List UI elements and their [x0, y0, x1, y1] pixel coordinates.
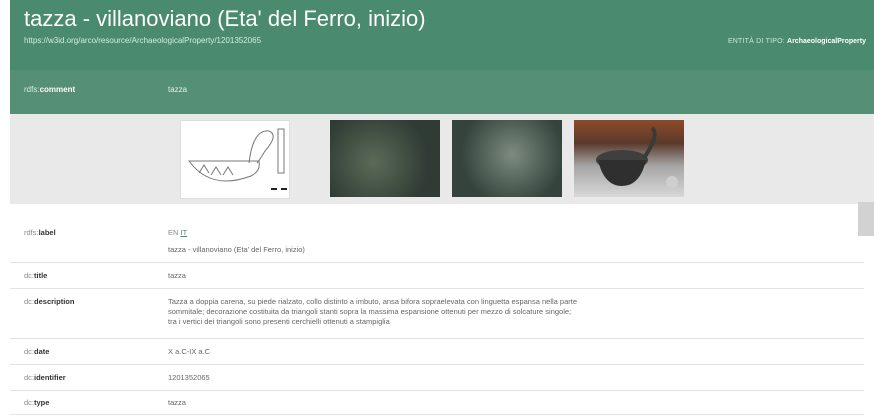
language-toggle: EN IT: [168, 228, 187, 238]
property-key-prefix: dc:: [24, 271, 35, 280]
property-key: dc:title: [24, 271, 47, 280]
property-row-type: dc:type tazza: [10, 390, 864, 415]
lang-en-button[interactable]: EN: [168, 228, 178, 237]
comment-row: rdfs:comment tazza: [10, 70, 874, 114]
lang-it-button[interactable]: IT: [181, 228, 188, 237]
property-key: dc:type: [24, 398, 49, 407]
property-value: 1201352065: [168, 373, 210, 382]
property-key-prefix: dc:: [24, 347, 35, 356]
property-value: X a.C-IX a.C: [168, 347, 211, 356]
property-key-prefix: dc:: [24, 373, 35, 382]
property-key-name: date: [34, 347, 50, 356]
description-line: Tazza a doppia carena, su piede rialzato…: [168, 297, 578, 306]
property-key: dc:identifier: [24, 373, 66, 382]
property-row-description: dc:description Tazza a doppia carena, su…: [10, 288, 864, 339]
property-key-name: type: [34, 398, 50, 407]
photo-image[interactable]: [574, 120, 684, 197]
comment-key-name: comment: [39, 85, 76, 94]
property-key: dc:description: [24, 297, 74, 306]
property-key-name: title: [34, 271, 48, 280]
property-key: rdfs:label: [24, 228, 56, 237]
comment-value: tazza: [168, 85, 188, 94]
comment-key: rdfs:comment: [24, 85, 75, 94]
property-key: dc:date: [24, 347, 49, 356]
property-key-prefix: dc:: [24, 297, 35, 306]
photo-image[interactable]: [330, 120, 440, 197]
image-gallery: [10, 114, 874, 204]
entity-type-prefix: ENTITÀ DI TIPO:: [727, 38, 785, 45]
property-key-name: label: [38, 228, 56, 237]
entity-type-value[interactable]: ArchaeologicalProperty: [787, 38, 866, 45]
property-key-name: identifier: [34, 373, 66, 382]
description-line: sommitale; decorazione costituita da tri…: [168, 307, 572, 316]
property-value: Tazza a doppia carena, su piede rialzato…: [168, 297, 577, 327]
property-value: tazza: [168, 271, 186, 280]
comment-key-prefix: rdfs:: [24, 85, 40, 94]
property-row-identifier: dc:identifier 1201352065: [10, 364, 864, 391]
property-key-name: description: [34, 297, 75, 306]
page-title: tazza - villanoviano (Eta' del Ferro, in…: [24, 6, 426, 31]
description-line: tra i vertici dei triangoli sono present…: [168, 317, 390, 326]
property-value: tazza: [168, 398, 186, 407]
property-row-label: rdfs:label EN IT tazza - villanoviano (E…: [10, 222, 864, 263]
drawing-image[interactable]: [180, 120, 290, 199]
photo-image[interactable]: [452, 120, 562, 197]
page-header: tazza - villanoviano (Eta' del Ferro, in…: [10, 0, 874, 70]
entity-type-label: ENTITÀ DI TIPO: ArchaeologicalProperty: [728, 38, 866, 45]
property-key-prefix: rdfs:: [24, 228, 39, 237]
property-key-prefix: dc:: [24, 398, 35, 407]
resource-uri-link[interactable]: https://w3id.org/arco/resource/Archaeolo…: [24, 36, 261, 45]
property-row-date: dc:date X a.C-IX a.C: [10, 338, 864, 365]
property-row-title: dc:title tazza: [10, 262, 864, 289]
property-value: tazza - villanoviano (Eta' del Ferro, in…: [168, 245, 305, 254]
